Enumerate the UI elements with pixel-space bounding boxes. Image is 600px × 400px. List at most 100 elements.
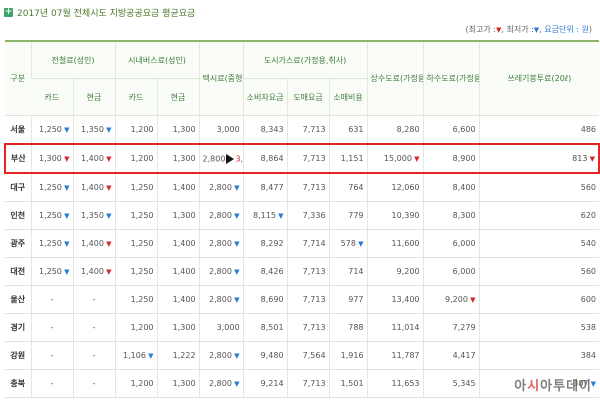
cell-gas-retail: 779	[328, 201, 368, 230]
col-bus-cash: 현금	[156, 78, 200, 116]
min-marker-icon: ▼	[231, 296, 240, 304]
min-marker-icon: ▼	[355, 240, 364, 248]
cell-value: 7,564	[302, 351, 326, 360]
cell-value: 7,279	[452, 323, 476, 332]
cell-bus-cash: 1,300	[156, 313, 200, 342]
table-row: 대구 1,250 ▼ 1,400 ▼ 1,250 1,400 2,800 ▼ 8,477 7,…	[5, 172, 600, 202]
min-marker-icon: ▼	[231, 240, 240, 248]
cell-value: 7,713	[302, 323, 326, 332]
cell-value: 1,400	[81, 267, 104, 276]
cell-sewage: 7,279	[422, 313, 480, 342]
cell-value: 8,501	[260, 323, 284, 332]
cell-bus-cash: 1,400	[156, 285, 200, 314]
cell-gas-consumer: 8,690	[242, 285, 288, 314]
col-garbage: 쓰레기봉투료(20ℓ)	[478, 40, 600, 116]
cell-gas-retail: 788	[328, 313, 368, 342]
cell-value: 714	[348, 267, 364, 276]
cell-gas-wholesale: 7,713	[286, 172, 330, 202]
table-row: 광주 1,250 ▼ 1,400 ▼ 1,250 1,400 2,800 ▼ 8,292 7,…	[5, 229, 600, 258]
cell-gas-retail: 714	[328, 257, 368, 286]
cell-subway-card: -	[30, 369, 73, 398]
cell-bus-cash: 1,400	[156, 257, 200, 286]
cell-value: -	[50, 295, 54, 304]
cell-garbage: 600	[478, 285, 600, 314]
table-row: 서울 1,250 ▼ 1,350 ▼ 1,200 1,300 3,000 8,343 7,71…	[5, 115, 600, 145]
cell-value: 2,800	[209, 351, 232, 360]
cell-value: 1,400	[172, 183, 196, 192]
cell-value: -	[92, 295, 96, 304]
cell-value: 9,200	[445, 295, 468, 304]
cell-sewage: 8,900	[422, 143, 480, 174]
cell-value: -	[50, 323, 54, 332]
cell-subway-card: 1,250 ▼	[30, 257, 73, 286]
cell-value: 1,250	[130, 239, 154, 248]
cell-value: 538	[580, 323, 597, 332]
cell-value: 11,653	[391, 379, 420, 388]
cell-taxi: 2,800 ▼	[198, 285, 244, 314]
cell-bus-card: 1,200	[114, 369, 158, 398]
cell-value: -	[50, 379, 54, 388]
cell-gas-retail: 631	[328, 115, 368, 145]
cell-garbage: 486	[478, 115, 600, 145]
legend: (최고가 :▼, 최저가 :▼, 요금단위 : 원)	[465, 25, 592, 34]
cell-value: 7,713	[302, 183, 326, 192]
cell-value: 779	[348, 211, 364, 220]
table-row: 충북 - -1,200 1,300 2,800 ▼ 9,214 7,713 1,501 11,6…	[5, 369, 600, 398]
cell-value: 7,713	[302, 125, 326, 134]
cell-water: 11,014	[366, 313, 424, 342]
cell-gas-wholesale: 7,713	[286, 285, 330, 314]
legend-max-label: 최고가 :	[468, 25, 496, 34]
cell-subway-card: 1,250 ▼	[30, 201, 73, 230]
col-subway: 전철료(성인)	[30, 40, 116, 79]
cell-taxi: 2,800 ▼	[198, 341, 244, 370]
cell-value: 1,250	[38, 211, 62, 220]
cell-gas-wholesale: 7,713	[286, 143, 330, 174]
table-row: 인천 1,250 ▼ 1,350 ▼ 1,250 1,300 2,800 ▼ 8,115 ▼…	[5, 201, 600, 230]
cell-value: 1,250	[130, 267, 154, 276]
page-title: + 2017년 07월 전체시도 지방공공요금 평균요금	[4, 4, 195, 20]
cell-bus-card: 1,200	[114, 143, 158, 174]
cell-value: 15,000	[383, 154, 412, 163]
min-marker-icon: ▼	[231, 352, 240, 360]
table-row: 부산1,300 ▼1,400 ▼1,2001,3002,8003,3008,86…	[4, 143, 600, 174]
table-row: 강원 - -1,106 ▼ 1,222 2,800 ▼ 9,480 7,564 1,916 11…	[5, 341, 600, 370]
cell-taxi: 3,000	[198, 313, 244, 342]
cell-garbage: 384	[478, 341, 600, 370]
cell-water: 13,400	[366, 285, 424, 314]
cell-value: 7,713	[302, 267, 326, 276]
cell-value: 2,800	[209, 379, 232, 388]
city-cell: 서울	[5, 115, 31, 145]
cell-value: 1,200	[130, 379, 154, 388]
cell-subway-cash: 1,400 ▼	[72, 143, 116, 174]
cell-sewage: 6,600	[422, 115, 480, 145]
cell-value: 813	[572, 154, 588, 163]
price-table: 구분 전철료(성인) 시내버스료(성인) 택시료(중형) 도시가스료(가정용,취…	[4, 40, 600, 398]
cell-value: 1,106	[123, 351, 146, 360]
cell-taxi: 2,800 ▼	[198, 369, 244, 398]
cell-bus-card: 1,250	[114, 172, 158, 202]
cell-value: 1,250	[130, 211, 154, 220]
right-arrow-icon	[226, 153, 235, 164]
cell-value: 1,350	[81, 125, 104, 134]
cell-value: 8,690	[260, 295, 284, 304]
city-cell: 대전	[5, 257, 31, 286]
min-marker-icon: ▼	[61, 268, 70, 276]
max-marker-icon: ▼	[467, 296, 476, 304]
cell-bus-card: 1,250	[114, 257, 158, 286]
cell-value: 1,400	[81, 183, 104, 192]
col-city-gas: 도시가스료(가정용,취사)	[242, 40, 368, 79]
cell-bus-cash: 1,222	[156, 341, 200, 370]
cell-value: 8,343	[260, 125, 284, 134]
cell-gas-wholesale: 7,714	[286, 229, 330, 258]
cell-bus-cash: 1,300	[156, 115, 200, 145]
cell-gas-consumer: 8,292	[242, 229, 288, 258]
cell-water: 8,280	[366, 115, 424, 145]
city-cell: 광주	[5, 229, 31, 258]
cell-gas-consumer: 8,343	[242, 115, 288, 145]
cell-water: 12,060	[366, 172, 424, 202]
cell-subway-card: 1,300 ▼	[30, 143, 73, 174]
col-taxi: 택시료(중형)	[198, 40, 244, 116]
cell-subway-card: 1,250 ▼	[30, 115, 73, 145]
max-marker-icon: ▼	[411, 155, 420, 163]
min-marker-icon: ▼	[61, 184, 70, 192]
